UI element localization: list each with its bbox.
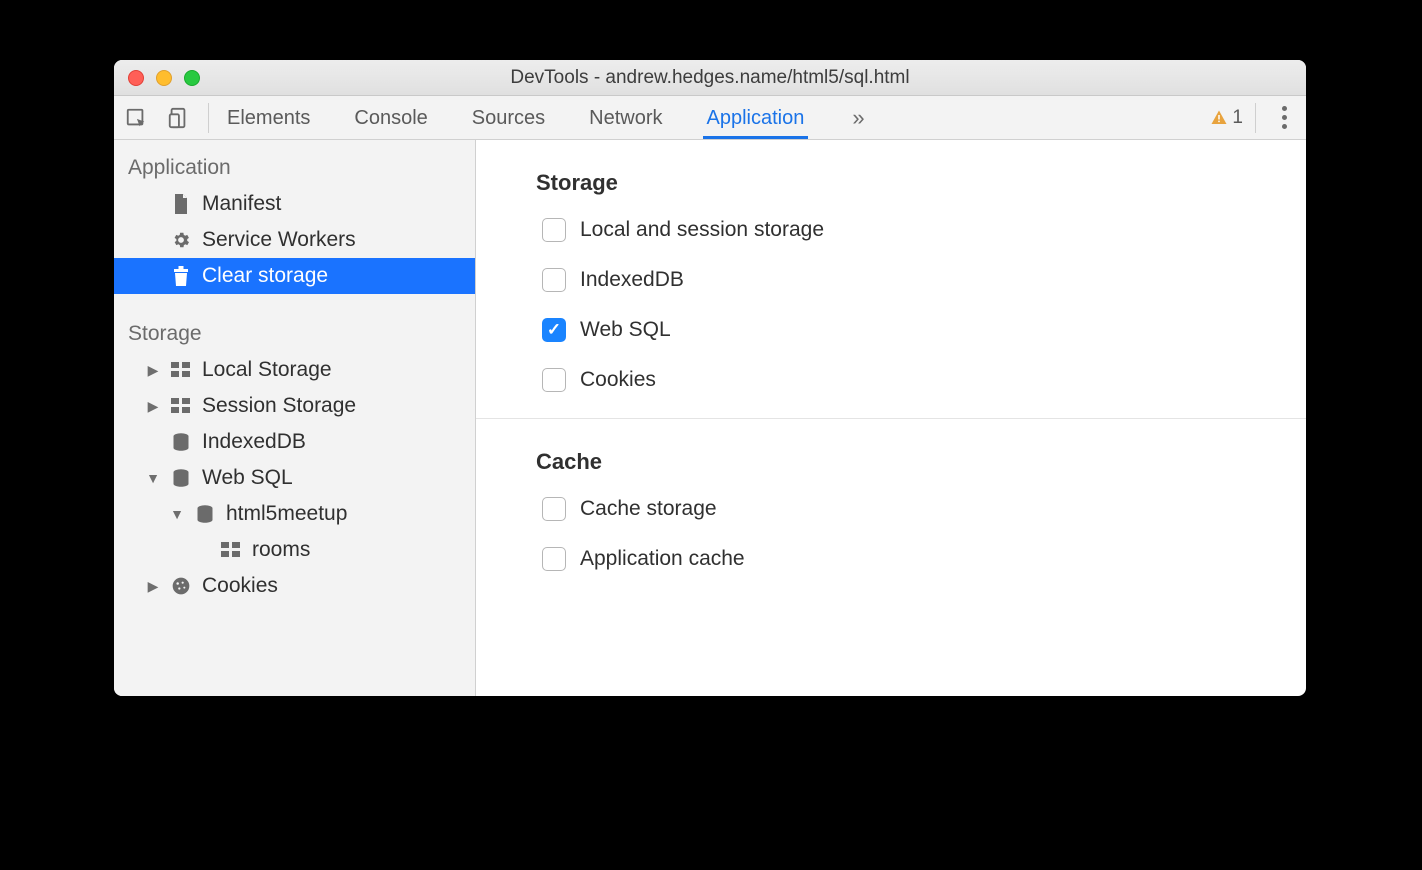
checkbox-row-indexeddb[interactable]: IndexedDB bbox=[542, 268, 1246, 292]
inspect-element-icon[interactable] bbox=[124, 106, 148, 130]
application-sidebar: Application ▶ Manifest ▶ Service Workers… bbox=[114, 140, 476, 696]
sidebar-item-web-sql-database[interactable]: ▼ html5meetup bbox=[114, 496, 475, 532]
checkbox-row-local-session[interactable]: Local and session storage bbox=[542, 218, 1246, 242]
devtools-body: Application ▶ Manifest ▶ Service Workers… bbox=[114, 140, 1306, 696]
storage-section: Storage Local and session storage Indexe… bbox=[476, 140, 1306, 419]
window-controls bbox=[128, 70, 200, 86]
tab-network[interactable]: Network bbox=[585, 97, 666, 139]
checkbox-row-cookies[interactable]: Cookies bbox=[542, 368, 1246, 392]
tab-application[interactable]: Application bbox=[703, 97, 809, 139]
checkbox-label: Local and session storage bbox=[580, 218, 824, 242]
titlebar: DevTools - andrew.hedges.name/html5/sql.… bbox=[114, 60, 1306, 96]
devtools-tabstrip: Elements Console Sources Network Applica… bbox=[114, 96, 1306, 140]
checkbox-row-web-sql[interactable]: Web SQL bbox=[542, 318, 1246, 342]
clear-storage-panel: Storage Local and session storage Indexe… bbox=[476, 140, 1306, 696]
checkbox-label: Web SQL bbox=[580, 318, 671, 342]
sidebar-item-local-storage[interactable]: ▶ Local Storage bbox=[114, 352, 475, 388]
sidebar-item-indexeddb[interactable]: ▶ IndexedDB bbox=[114, 424, 475, 460]
database-icon bbox=[170, 467, 192, 489]
grid-icon bbox=[220, 539, 242, 561]
chevron-down-icon: ▼ bbox=[146, 470, 160, 486]
chevron-down-icon: ▼ bbox=[170, 506, 184, 522]
file-icon bbox=[170, 193, 192, 215]
cache-section: Cache Cache storage Application cache bbox=[476, 419, 1306, 597]
tabs-overflow-icon[interactable]: » bbox=[852, 105, 864, 131]
minimize-window-button[interactable] bbox=[156, 70, 172, 86]
checkbox-label: Cache storage bbox=[580, 497, 717, 521]
sidebar-item-label: rooms bbox=[252, 538, 310, 562]
sidebar-item-label: Manifest bbox=[202, 192, 281, 216]
section-heading-storage: Storage bbox=[536, 170, 1246, 196]
chevron-right-icon: ▶ bbox=[146, 362, 160, 379]
device-toolbar-icon[interactable] bbox=[166, 106, 190, 130]
checkbox[interactable] bbox=[542, 368, 566, 392]
checkbox[interactable] bbox=[542, 268, 566, 292]
sidebar-item-cookies[interactable]: ▶ Cookies bbox=[114, 568, 475, 604]
checkbox-label: IndexedDB bbox=[580, 268, 684, 292]
chevron-right-icon: ▶ bbox=[146, 398, 160, 415]
more-options-icon[interactable] bbox=[1272, 106, 1296, 129]
database-icon bbox=[170, 431, 192, 453]
tab-elements[interactable]: Elements bbox=[223, 97, 314, 139]
trash-icon bbox=[170, 265, 192, 287]
sidebar-item-session-storage[interactable]: ▶ Session Storage bbox=[114, 388, 475, 424]
grid-icon bbox=[170, 359, 192, 381]
section-heading-cache: Cache bbox=[536, 449, 1246, 475]
checkbox[interactable] bbox=[542, 318, 566, 342]
sidebar-item-clear-storage[interactable]: ▶ Clear storage bbox=[114, 258, 475, 294]
grid-icon bbox=[170, 395, 192, 417]
maximize-window-button[interactable] bbox=[184, 70, 200, 86]
issues-counter[interactable]: 1 bbox=[1210, 103, 1256, 133]
warning-icon bbox=[1210, 109, 1228, 127]
cookie-icon bbox=[170, 575, 192, 597]
checkbox-row-cache-storage[interactable]: Cache storage bbox=[542, 497, 1246, 521]
sidebar-item-manifest[interactable]: ▶ Manifest bbox=[114, 186, 475, 222]
toolbar-right: 1 bbox=[1210, 103, 1296, 133]
sidebar-item-label: Local Storage bbox=[202, 358, 332, 382]
inspect-tools bbox=[124, 103, 209, 133]
checkbox-row-application-cache[interactable]: Application cache bbox=[542, 547, 1246, 571]
sidebar-item-label: Web SQL bbox=[202, 466, 293, 490]
checkbox[interactable] bbox=[542, 547, 566, 571]
tab-console[interactable]: Console bbox=[350, 97, 431, 139]
devtools-tabs: Elements Console Sources Network Applica… bbox=[223, 97, 1210, 139]
sidebar-item-label: html5meetup bbox=[226, 502, 347, 526]
checkbox-label: Application cache bbox=[580, 547, 745, 571]
sidebar-item-label: IndexedDB bbox=[202, 430, 306, 454]
window-title: DevTools - andrew.hedges.name/html5/sql.… bbox=[114, 67, 1306, 89]
devtools-window: DevTools - andrew.hedges.name/html5/sql.… bbox=[114, 60, 1306, 696]
sidebar-heading-storage: Storage bbox=[114, 312, 475, 352]
sidebar-item-label: Service Workers bbox=[202, 228, 356, 252]
tab-sources[interactable]: Sources bbox=[468, 97, 549, 139]
sidebar-item-label: Session Storage bbox=[202, 394, 356, 418]
database-icon bbox=[194, 503, 216, 525]
warning-count: 1 bbox=[1232, 107, 1243, 129]
close-window-button[interactable] bbox=[128, 70, 144, 86]
checkbox[interactable] bbox=[542, 218, 566, 242]
sidebar-item-label: Cookies bbox=[202, 574, 278, 598]
checkbox-label: Cookies bbox=[580, 368, 656, 392]
gear-icon bbox=[170, 229, 192, 251]
chevron-right-icon: ▶ bbox=[146, 578, 160, 595]
sidebar-item-web-sql[interactable]: ▼ Web SQL bbox=[114, 460, 475, 496]
sidebar-item-service-workers[interactable]: ▶ Service Workers bbox=[114, 222, 475, 258]
checkbox[interactable] bbox=[542, 497, 566, 521]
sidebar-heading-application: Application bbox=[114, 146, 475, 186]
sidebar-item-label: Clear storage bbox=[202, 264, 328, 288]
sidebar-item-web-sql-table[interactable]: ▶ rooms bbox=[114, 532, 475, 568]
